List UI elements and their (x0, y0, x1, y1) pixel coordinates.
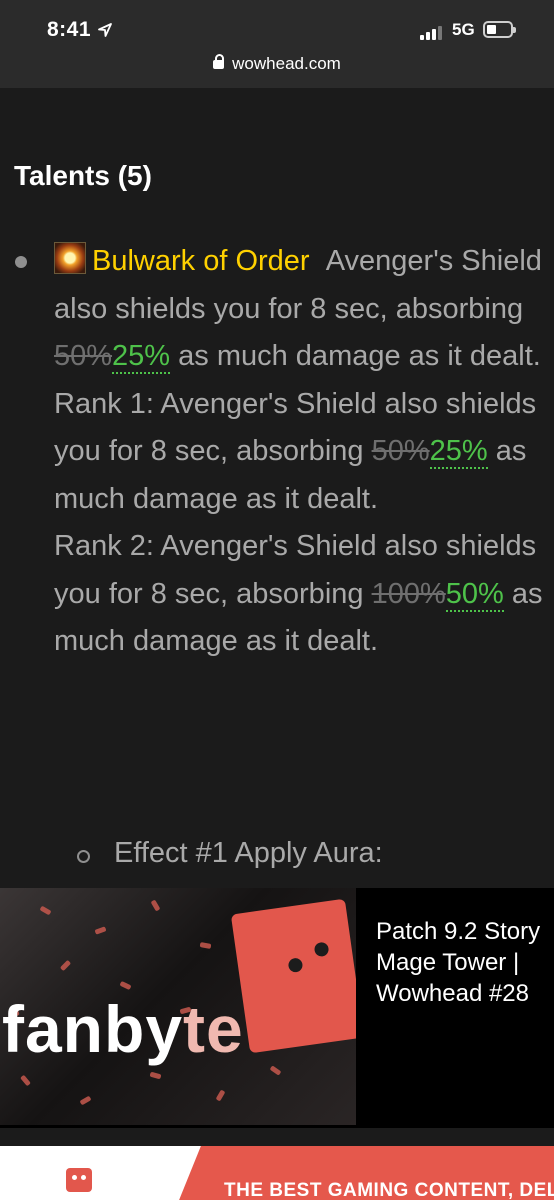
lock-icon (213, 54, 225, 69)
ad-brand-text: fanbyte (2, 992, 244, 1066)
new-value[interactable]: 50% (445, 577, 504, 612)
new-value[interactable]: 25% (429, 435, 488, 469)
bottom-ad-banner[interactable]: THE BEST GAMING CONTENT, DELIVERED (0, 1146, 554, 1200)
rank-1-description: Rank 1: Avenger's Shield also shields yo… (54, 387, 537, 515)
battery-icon (483, 21, 516, 38)
status-time: 8:41 (47, 18, 92, 41)
old-value: 100% (371, 577, 446, 610)
fanbyte-small-logo-icon (66, 1168, 92, 1192)
ad-video-thumbnail[interactable]: fanbyte (0, 888, 356, 1125)
old-value: 50% (54, 340, 113, 372)
banner-text: THE BEST GAMING CONTENT, DELIVERED (224, 1180, 554, 1200)
bullet-icon (15, 256, 27, 268)
cellular-signal-icon (420, 24, 444, 40)
status-bar: 8:41 5G wowhead.com (0, 0, 554, 88)
video-ad-banner[interactable]: fanbyte Patch 9.2 Story Mage Tower | Wow… (0, 888, 554, 1128)
sub-bullet-icon (77, 850, 90, 863)
location-arrow-icon (98, 23, 112, 37)
url-bar[interactable]: wowhead.com (0, 54, 554, 74)
spell-icon[interactable] (54, 242, 86, 274)
old-value: 50% (371, 435, 430, 467)
rank-2-description: Rank 2: Avenger's Shield also shields yo… (54, 530, 543, 657)
fanbyte-logo-icon (230, 898, 356, 1054)
ad-video-title[interactable]: Patch 9.2 Story Mage Tower | Wowhead #28 (376, 916, 554, 1009)
url-text: wowhead.com (232, 54, 341, 73)
network-type: 5G (452, 20, 475, 39)
section-title: Talents (5) (14, 160, 152, 191)
new-value[interactable]: 25% (112, 340, 171, 374)
page-content: Talents (5) Bulwark of Order Avenger's S… (0, 88, 554, 916)
talent-entry: Bulwark of Order Avenger's Shield also s… (54, 238, 544, 666)
effect-line: Effect #1 Apply Aura: (114, 837, 383, 869)
talent-name-link[interactable]: Bulwark of Order (92, 245, 310, 277)
